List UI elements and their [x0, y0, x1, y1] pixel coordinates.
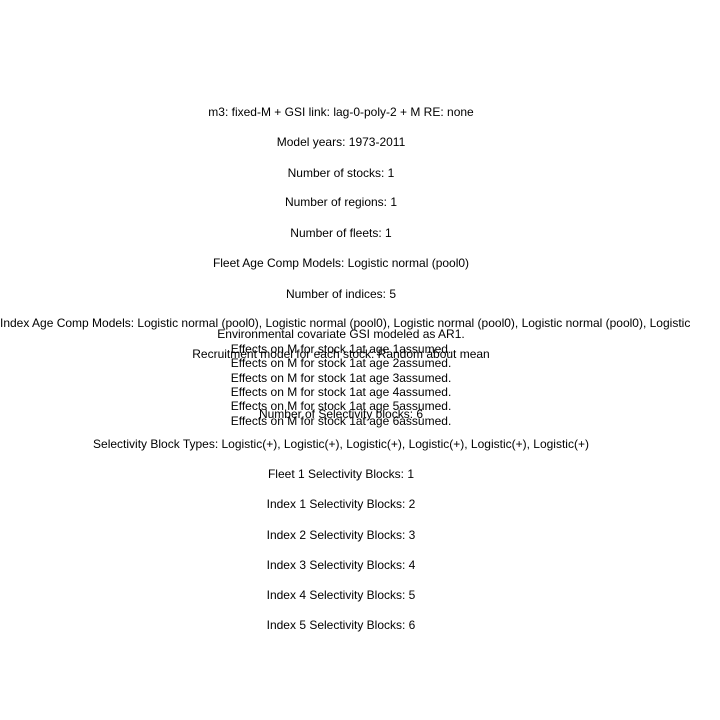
number-of-fleets: Number of fleets: 1	[290, 226, 392, 240]
fleet-1-selectivity-blocks: Fleet 1 Selectivity Blocks: 1	[267, 467, 415, 481]
m-effect-age-3: Effects on M for stock 1at age 3assumed.	[230, 371, 452, 385]
m-effect-age-2: Effects on M for stock 1at age 2assumed.	[230, 356, 452, 370]
index-5-selectivity-blocks: Index 5 Selectivity Blocks: 6	[266, 618, 416, 632]
model-years: Model years: 1973-2011	[276, 135, 406, 149]
number-of-stocks: Number of stocks: 1	[287, 166, 395, 180]
m-effect-age-6: Effects on M for stock 1at age 6assumed.	[230, 414, 452, 428]
index-1-selectivity-blocks: Index 1 Selectivity Blocks: 2	[266, 497, 416, 511]
number-of-regions: Number of regions: 1	[284, 195, 398, 209]
environmental-covariate: Environmental covariate GSI modeled as A…	[217, 327, 465, 341]
selectivity-block-types: Selectivity Block Types: Logistic(+), Lo…	[93, 437, 589, 451]
m-effect-age-4: Effects on M for stock 1at age 4assumed.	[230, 385, 452, 399]
fleet-age-comp-models: Fleet Age Comp Models: Logistic normal (…	[212, 256, 470, 270]
index-4-selectivity-blocks: Index 4 Selectivity Blocks: 5	[266, 588, 416, 602]
index-3-selectivity-blocks: Index 3 Selectivity Blocks: 4	[266, 558, 416, 572]
index-2-selectivity-blocks: Index 2 Selectivity Blocks: 3	[266, 528, 416, 542]
model-summary-page: m3: fixed-M + GSI link: lag-0-poly-2 + M…	[0, 0, 720, 720]
model-title: m3: fixed-M + GSI link: lag-0-poly-2 + M…	[208, 105, 474, 119]
number-of-indices: Number of indices: 5	[285, 287, 397, 301]
